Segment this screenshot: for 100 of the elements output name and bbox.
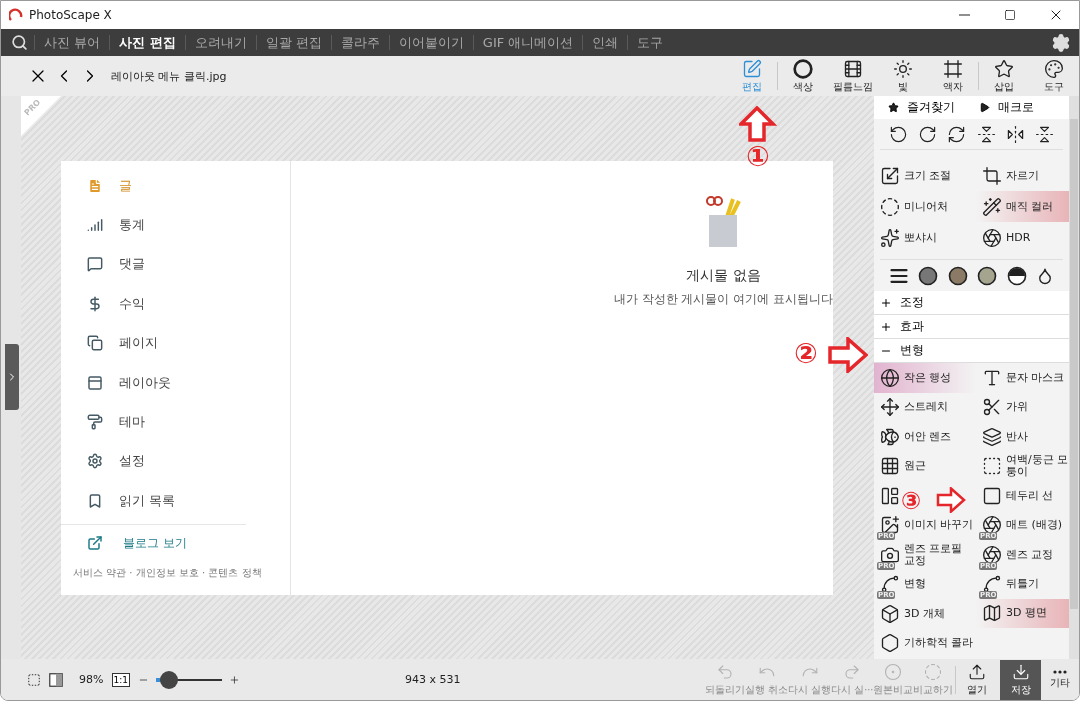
plus-icon — [880, 296, 892, 309]
dashed-square-icon — [982, 456, 1002, 477]
nav-item-label: 페이지 — [119, 334, 158, 353]
pages-icon — [87, 335, 103, 352]
menu-tab[interactable]: 사진 편집 — [109, 35, 185, 50]
menu-tab[interactable]: GIF 애니메이션 — [472, 35, 583, 50]
external-link-icon — [87, 535, 103, 551]
actual-size-button[interactable]: 1:1 — [111, 672, 130, 687]
tool-item[interactable]: 기하학적 콜라 — [874, 628, 976, 657]
frame-icon — [943, 58, 963, 79]
rotate-icon[interactable] — [947, 124, 967, 144]
square-icon — [982, 485, 1002, 506]
tool-item[interactable]: 자르기 — [976, 160, 1069, 191]
paint-roller-icon — [87, 414, 103, 431]
menu-tab[interactable]: 일괄 편집 — [255, 35, 331, 50]
tool-tab[interactable]: 액자 — [928, 57, 978, 95]
tool-item[interactable]: 반사 — [976, 422, 1069, 452]
search-icon[interactable] — [11, 34, 28, 51]
bars-icon — [87, 217, 103, 234]
tool-item[interactable]: HDR — [976, 222, 1069, 253]
more-button[interactable]: 기타 — [1040, 659, 1079, 700]
filter-swatch-icon[interactable] — [947, 265, 968, 286]
section-header[interactable]: 변형 — [874, 339, 1069, 363]
nav-item-label: 글 — [119, 176, 132, 195]
flip-icon[interactable] — [1034, 124, 1054, 144]
corner-ribbon — [21, 96, 61, 136]
tool-item[interactable]: 어안 렌즈 — [874, 422, 976, 452]
empty-message: 내가 작성한 게시물이 여기에 표시됩니다 — [613, 291, 833, 308]
filter-swatch-icon[interactable] — [977, 265, 998, 286]
step-marker: ② — [794, 339, 818, 369]
footer-links: 서비스 약관 · 개인정보 보호 · 콘텐츠 정책 — [72, 565, 263, 580]
tool-item[interactable]: 원근 — [874, 451, 976, 481]
document-icon — [87, 177, 103, 194]
nav-item-label: 수익 — [119, 294, 145, 313]
scissors-icon — [982, 397, 1002, 418]
tool-tab[interactable]: 필름느낌 — [828, 57, 878, 95]
tool-tab[interactable]: 빛 — [878, 57, 928, 95]
filter-swatch-icon[interactable] — [918, 265, 939, 286]
map-icon — [982, 603, 1002, 624]
menu-tab[interactable]: 인쇄 — [582, 35, 628, 50]
palette-icon — [1044, 58, 1064, 79]
tool-item[interactable]: 스트레치 — [874, 392, 976, 422]
tool-item[interactable]: 3D 개체 — [874, 599, 976, 629]
half-circle-icon[interactable] — [1006, 265, 1027, 286]
tool-item[interactable]: 크기 조절 — [874, 160, 976, 191]
rotate-left-icon[interactable] — [889, 124, 909, 144]
split-view-icon[interactable] — [49, 670, 64, 689]
comment-icon — [87, 256, 103, 273]
film-icon — [843, 58, 863, 79]
nav-item-label: 통계 — [119, 216, 145, 235]
tool-tab[interactable]: 삽입 — [979, 57, 1029, 95]
rotate-right-icon[interactable] — [918, 124, 938, 144]
play-icon — [978, 102, 990, 113]
bookmark-icon — [87, 492, 103, 509]
open-button[interactable]: 열기 — [958, 659, 997, 700]
settings-icon[interactable] — [1051, 32, 1071, 53]
target-icon — [884, 662, 903, 681]
tool-item[interactable]: 테두리 선 — [976, 481, 1069, 511]
window-title: PhotoScape X — [29, 8, 113, 22]
menu-tab[interactable]: 콜라주 — [330, 35, 389, 50]
flip-icon[interactable] — [976, 124, 996, 144]
step-marker: ③ — [901, 489, 922, 513]
save-button[interactable]: 저장 — [1000, 659, 1041, 700]
fish-icon — [880, 426, 900, 447]
macro-button[interactable]: 매크로 — [978, 100, 1069, 115]
favorites-button[interactable]: 즐겨찾기 — [888, 100, 979, 115]
menu-tab[interactable]: 도구 — [627, 35, 673, 50]
menu-tab[interactable]: 오려내기 — [184, 35, 256, 50]
tool-tab[interactable]: 색상 — [778, 57, 828, 95]
panels-icon[interactable] — [880, 485, 900, 506]
upload-icon — [968, 662, 987, 681]
menu-tab[interactable]: 이어붙이기 — [388, 35, 473, 50]
file-name: 레이아웃 메뉴 클릭.jpg — [111, 68, 228, 84]
nav-item-label: 설정 — [119, 452, 145, 471]
section-header[interactable]: 효과 — [874, 315, 1069, 339]
flip-icon[interactable] — [1005, 124, 1025, 144]
tool-item[interactable]: 미니어처 — [874, 191, 976, 222]
section-header[interactable]: 조정 — [874, 291, 1069, 315]
tool-item[interactable]: 가위 — [976, 392, 1069, 422]
crop-icon — [982, 165, 1002, 186]
magic-wand-icon — [982, 196, 1002, 217]
layers-icon — [982, 426, 1002, 447]
tool-item[interactable]: 여백/둥근 모퉁이 — [976, 451, 1069, 481]
plus-icon — [880, 320, 892, 333]
menu-tab[interactable]: 사진 뷰어 — [34, 35, 110, 50]
nav-item-label: 레이아웃 — [119, 373, 171, 392]
tool-tab[interactable]: 도구 — [1029, 57, 1079, 95]
star-icon — [994, 58, 1014, 79]
slider-thumb[interactable] — [160, 670, 179, 689]
layout-icon — [87, 374, 103, 391]
scrollbar[interactable] — [1069, 96, 1079, 659]
sparkles-icon — [880, 227, 900, 248]
minimize-icon — [958, 14, 970, 16]
blog-link[interactable]: 블로그 보기 — [61, 524, 290, 562]
grid-icon — [880, 456, 900, 477]
tool-item[interactable]: 뽀샤시 — [874, 222, 976, 253]
star-icon — [888, 102, 899, 113]
panel-toggle[interactable] — [5, 343, 19, 410]
tool-item[interactable]: 문자 마스크 — [976, 363, 1069, 393]
more-icon — [1052, 669, 1067, 674]
